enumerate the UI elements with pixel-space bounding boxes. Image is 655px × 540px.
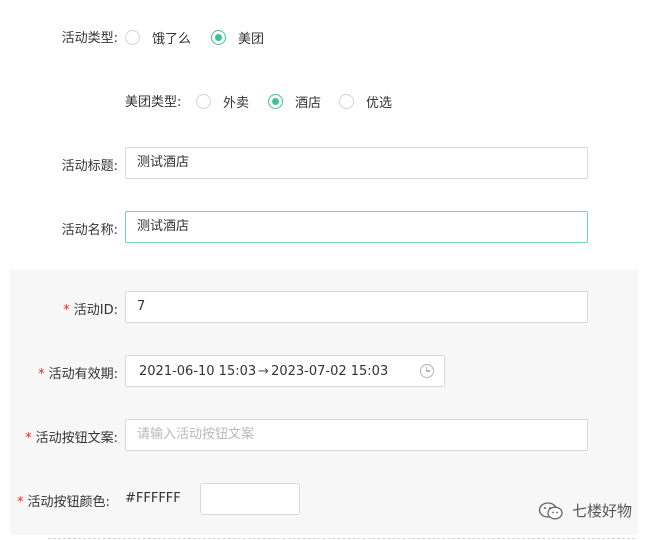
radio-meituan[interactable]: 美团 bbox=[211, 28, 264, 47]
radio-circle-selected[interactable] bbox=[211, 30, 226, 45]
activity-name-value: 测试酒店 bbox=[137, 219, 190, 234]
radio-takeaway-label: 外卖 bbox=[223, 96, 250, 111]
required-mark: * bbox=[17, 495, 24, 510]
radio-takeaway[interactable]: 外卖 bbox=[196, 92, 249, 111]
range-arrow: → bbox=[258, 363, 270, 379]
radio-eleme-label: 饿了么 bbox=[152, 32, 192, 47]
required-mark: * bbox=[25, 431, 32, 446]
activity-title-input[interactable]: 测试酒店 bbox=[125, 147, 588, 179]
radio-hotel[interactable]: 酒店 bbox=[268, 92, 321, 111]
validity-label: * 活动有效期: bbox=[38, 367, 118, 382]
radio-eleme[interactable]: 饿了么 bbox=[125, 28, 191, 47]
activity-id-value: 7 bbox=[137, 299, 146, 314]
button-text-label: * 活动按钮文案: bbox=[25, 431, 118, 446]
activity-name-label: 活动名称: bbox=[61, 223, 118, 238]
divider bbox=[48, 538, 635, 539]
radio-meituan-label: 美团 bbox=[238, 32, 265, 47]
button-text-placeholder: 请输入活动按钮文案 bbox=[137, 427, 255, 442]
activity-id-label: * 活动ID: bbox=[63, 303, 118, 318]
radio-circle[interactable] bbox=[339, 94, 354, 109]
button-text-input[interactable]: 请输入活动按钮文案 bbox=[125, 419, 588, 451]
button-color-picker[interactable] bbox=[200, 483, 300, 515]
radio-youxuan-label: 优选 bbox=[366, 96, 393, 111]
activity-name-input[interactable]: 测试酒店 bbox=[125, 211, 588, 243]
watermark-text: 七楼好物 bbox=[572, 502, 633, 520]
activity-id-input[interactable]: 7 bbox=[125, 291, 588, 323]
radio-hotel-label: 酒店 bbox=[295, 96, 322, 111]
radio-circle-selected[interactable] bbox=[268, 94, 283, 109]
activity-type-label: 活动类型: bbox=[61, 31, 118, 46]
watermark: 七楼好物 bbox=[538, 500, 632, 521]
validity-start[interactable]: 2021-06-10 15:03 bbox=[139, 364, 256, 379]
wechat-icon bbox=[538, 501, 563, 519]
button-color-value: #FFFFFF bbox=[125, 491, 181, 506]
clock-icon[interactable] bbox=[420, 364, 434, 378]
meituan-type-label: 美团类型: bbox=[125, 95, 182, 110]
radio-circle[interactable] bbox=[125, 30, 140, 45]
required-mark: * bbox=[63, 303, 70, 318]
radio-youxuan[interactable]: 优选 bbox=[339, 92, 392, 111]
radio-circle[interactable] bbox=[196, 94, 211, 109]
required-mark: * bbox=[38, 367, 45, 382]
validity-range-picker[interactable]: 2021-06-10 15:03 → 2023-07-02 15:03 bbox=[125, 355, 445, 387]
activity-title-label: 活动标题: bbox=[61, 159, 118, 174]
button-color-label: * 活动按钮颜色: bbox=[17, 495, 110, 510]
validity-end[interactable]: 2023-07-02 15:03 bbox=[271, 364, 388, 379]
activity-title-value: 测试酒店 bbox=[137, 155, 190, 170]
